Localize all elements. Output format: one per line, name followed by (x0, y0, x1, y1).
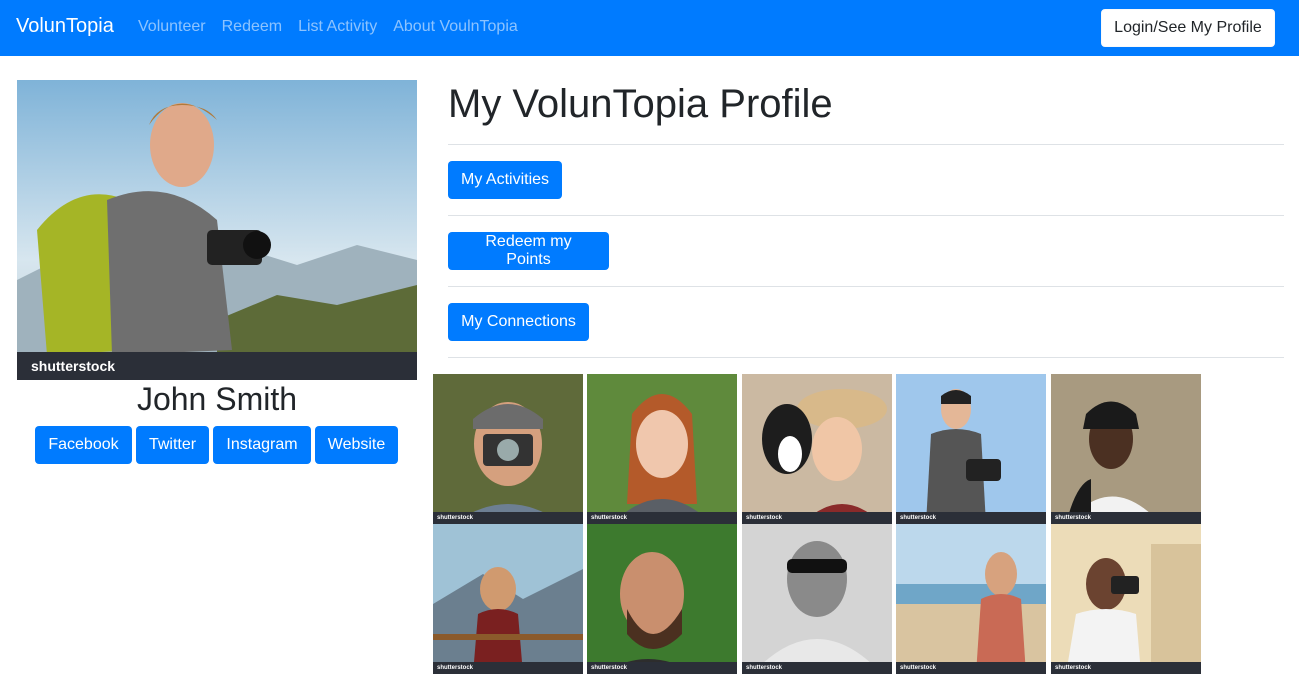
nav-links: Volunteer Redeem List Activity About Vou… (138, 18, 534, 36)
nav-link-redeem[interactable]: Redeem (222, 18, 282, 36)
gallery-watermark: shutterstock (587, 512, 737, 524)
facebook-button[interactable]: Facebook (35, 426, 132, 464)
nav-link-list-activity[interactable]: List Activity (298, 18, 377, 36)
profile-photo: shutterstock (17, 80, 417, 380)
redeem-points-button[interactable]: Redeem my Points (448, 232, 609, 270)
connection-photo-redhead-woman[interactable]: shutterstock (587, 374, 737, 524)
social-links: Facebook Twitter Instagram Website (35, 426, 402, 464)
profile-name: John Smith (136, 381, 298, 417)
my-activities-button[interactable]: My Activities (448, 161, 562, 199)
connection-photo-woman-with-camera[interactable]: shutterstock (1051, 524, 1201, 674)
gallery-watermark: shutterstock (587, 662, 737, 674)
divider (448, 215, 1284, 216)
brand-logo[interactable]: VolunTopia (16, 15, 114, 38)
gallery-watermark: shutterstock (433, 512, 583, 524)
website-button[interactable]: Website (315, 426, 398, 464)
my-connections-button[interactable]: My Connections (448, 303, 589, 341)
connection-photo-woman-on-beach[interactable]: shutterstock (896, 524, 1046, 674)
twitter-button[interactable]: Twitter (136, 426, 209, 464)
divider (448, 144, 1284, 145)
connection-photo-woman-with-dog[interactable]: shutterstock (742, 374, 892, 524)
connection-photo-man-with-dreadlocks[interactable]: shutterstock (1051, 374, 1201, 524)
connection-photo-hiker-woman[interactable]: shutterstock (896, 374, 1046, 524)
connection-photo-bearded-man[interactable]: shutterstock (587, 524, 737, 674)
connection-photo-man-on-bridge[interactable]: shutterstock (433, 524, 583, 674)
connection-photo-man-with-sunglasses[interactable]: shutterstock (742, 524, 892, 674)
divider (448, 286, 1284, 287)
gallery-watermark: shutterstock (433, 662, 583, 674)
login-profile-button[interactable]: Login/See My Profile (1101, 9, 1275, 47)
instagram-button[interactable]: Instagram (213, 426, 311, 464)
gallery-watermark: shutterstock (1051, 662, 1201, 674)
gallery-watermark: shutterstock (896, 512, 1046, 524)
nav-link-volunteer[interactable]: Volunteer (138, 18, 206, 36)
photo-watermark: shutterstock (31, 358, 115, 374)
nav-link-about[interactable]: About VoulnTopia (393, 18, 518, 36)
page-title: My VolunTopia Profile (448, 82, 833, 126)
profile-photo-image: shutterstock (17, 80, 417, 380)
connection-photo-photographer-man[interactable]: shutterstock (433, 374, 583, 524)
gallery-watermark: shutterstock (896, 662, 1046, 674)
top-navbar: VolunTopia Volunteer Redeem List Activit… (0, 0, 1299, 56)
divider (448, 357, 1284, 358)
gallery-watermark: shutterstock (742, 662, 892, 674)
gallery-watermark: shutterstock (742, 512, 892, 524)
gallery-watermark: shutterstock (1051, 512, 1201, 524)
